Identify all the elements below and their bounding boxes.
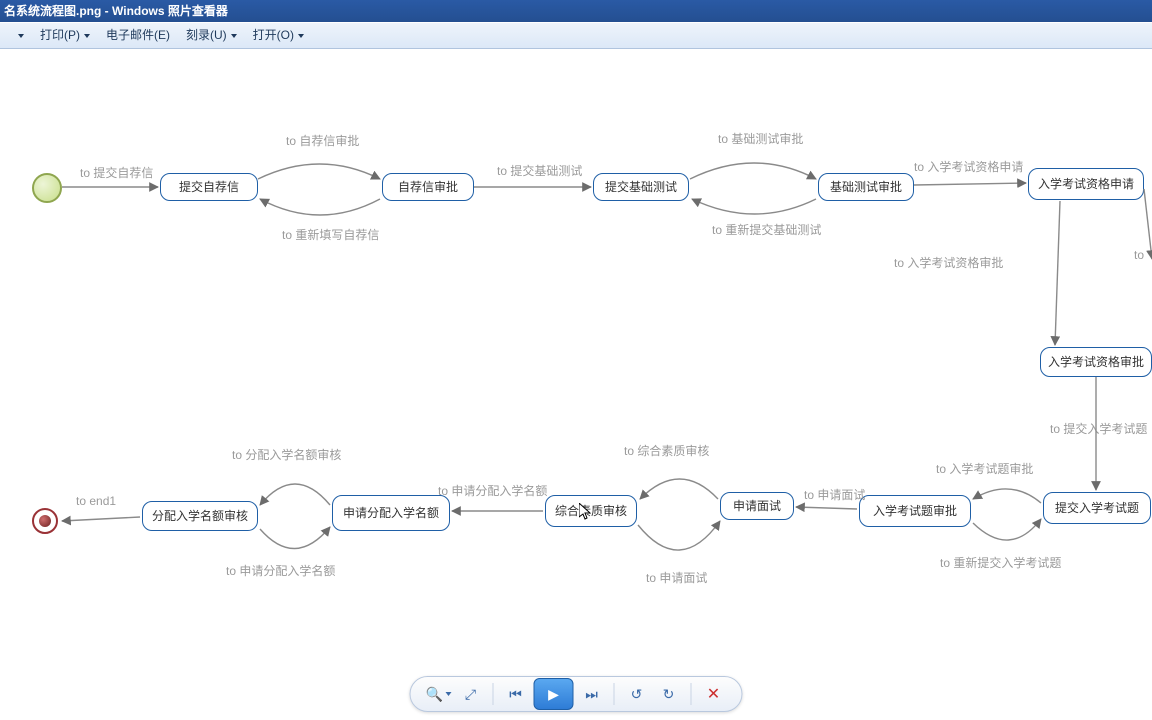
edge-label: to 提交自荐信	[80, 167, 153, 179]
rotate-cw-button[interactable]: ↻	[655, 680, 683, 708]
diagram-canvas: 提交自荐信 自荐信审批 提交基础测试 基础测试审批 入学考试资格申请 入学考试资…	[0, 49, 1152, 672]
node-submit-exam: 提交入学考试题	[1043, 492, 1151, 524]
menu-bar: 打印(P) 电子邮件(E) 刻录(U) 打开(O)	[0, 22, 1152, 49]
rotate-ccw-icon: ↺	[631, 686, 643, 703]
dropdown-icon	[298, 34, 304, 38]
fit-icon: ⤢	[465, 686, 476, 703]
title-file: 名系统流程图.png	[4, 4, 101, 18]
node-exam-qual-apply: 入学考试资格申请	[1028, 168, 1144, 200]
next-button[interactable]: ⏭	[578, 680, 606, 708]
end-node	[32, 508, 58, 534]
start-node	[32, 173, 62, 203]
edge-label: to 重新提交入学考试题	[940, 557, 1061, 569]
edge-label: to 综合素质审核	[624, 445, 709, 457]
dropdown-icon	[231, 34, 237, 38]
edge-label: to 重新填写自荐信	[282, 229, 379, 241]
node-submit-rec: 提交自荐信	[160, 173, 258, 201]
slideshow-button[interactable]: ▶	[534, 678, 574, 710]
title-bar: 名系统流程图.png - Windows 照片查看器	[0, 0, 1152, 22]
delete-icon: ✕	[707, 684, 720, 704]
node-apply-interview: 申请面试	[720, 492, 794, 520]
edge-label: to 申请面试	[646, 572, 707, 584]
edge-label: to 申请面试	[804, 489, 865, 501]
rotate-cw-icon: ↻	[663, 686, 675, 703]
slideshow-icon: ▶	[548, 686, 559, 703]
edge-label: to	[1134, 249, 1144, 261]
node-submit-basic: 提交基础测试	[593, 173, 689, 201]
magnifier-icon: 🔍	[426, 686, 443, 703]
edge-label: to end1	[76, 495, 116, 507]
edge-label: to 入学考试题审批	[936, 463, 1033, 475]
node-basic-approve: 基础测试审批	[818, 173, 914, 201]
menu-first[interactable]	[6, 23, 32, 48]
edge-label: to 提交基础测试	[497, 165, 582, 177]
chevron-down-icon	[445, 692, 451, 696]
menu-email[interactable]: 电子邮件(E)	[98, 23, 178, 48]
menu-print[interactable]: 打印(P)	[32, 23, 98, 48]
dropdown-icon	[18, 34, 24, 38]
prev-icon: ⏮	[509, 686, 522, 703]
node-exam-qual-approve: 入学考试资格审批	[1040, 347, 1152, 377]
delete-button[interactable]: ✕	[700, 680, 728, 708]
menu-open[interactable]: 打开(O)	[245, 23, 312, 48]
edge-label: to 重新提交基础测试	[712, 224, 821, 236]
fit-button[interactable]: ⤢	[457, 680, 485, 708]
edge-label: to 入学考试资格审批	[894, 257, 1003, 269]
edge-label: to 提交入学考试题	[1050, 423, 1147, 435]
edge-label: to 入学考试资格申请	[914, 161, 1023, 173]
rotate-ccw-button[interactable]: ↺	[623, 680, 651, 708]
title-app: Windows 照片查看器	[112, 4, 228, 18]
viewer-toolbar: 🔍 ⤢ ⏮ ▶ ⏭ ↺ ↻ ✕	[410, 676, 743, 712]
dropdown-icon	[84, 34, 90, 38]
edges-svg	[0, 49, 1152, 672]
node-quota-review: 分配入学名额审核	[142, 501, 258, 531]
menu-burn[interactable]: 刻录(U)	[178, 23, 245, 48]
edge-label: to 自荐信审批	[286, 135, 359, 147]
edge-label: to 基础测试审批	[718, 133, 803, 145]
zoom-out-button[interactable]: 🔍	[425, 680, 453, 708]
node-quality-review: 综合素质审核	[545, 495, 637, 527]
edge-label: to 分配入学名额审核	[232, 449, 341, 461]
edge-label: to 申请分配入学名额	[438, 485, 547, 497]
node-exam-approve: 入学考试题审批	[859, 495, 971, 527]
edge-label: to 申请分配入学名额	[226, 565, 335, 577]
prev-button[interactable]: ⏮	[502, 680, 530, 708]
node-apply-quota: 申请分配入学名额	[332, 495, 450, 531]
node-rec-approve: 自荐信审批	[382, 173, 474, 201]
next-icon: ⏭	[585, 686, 598, 703]
